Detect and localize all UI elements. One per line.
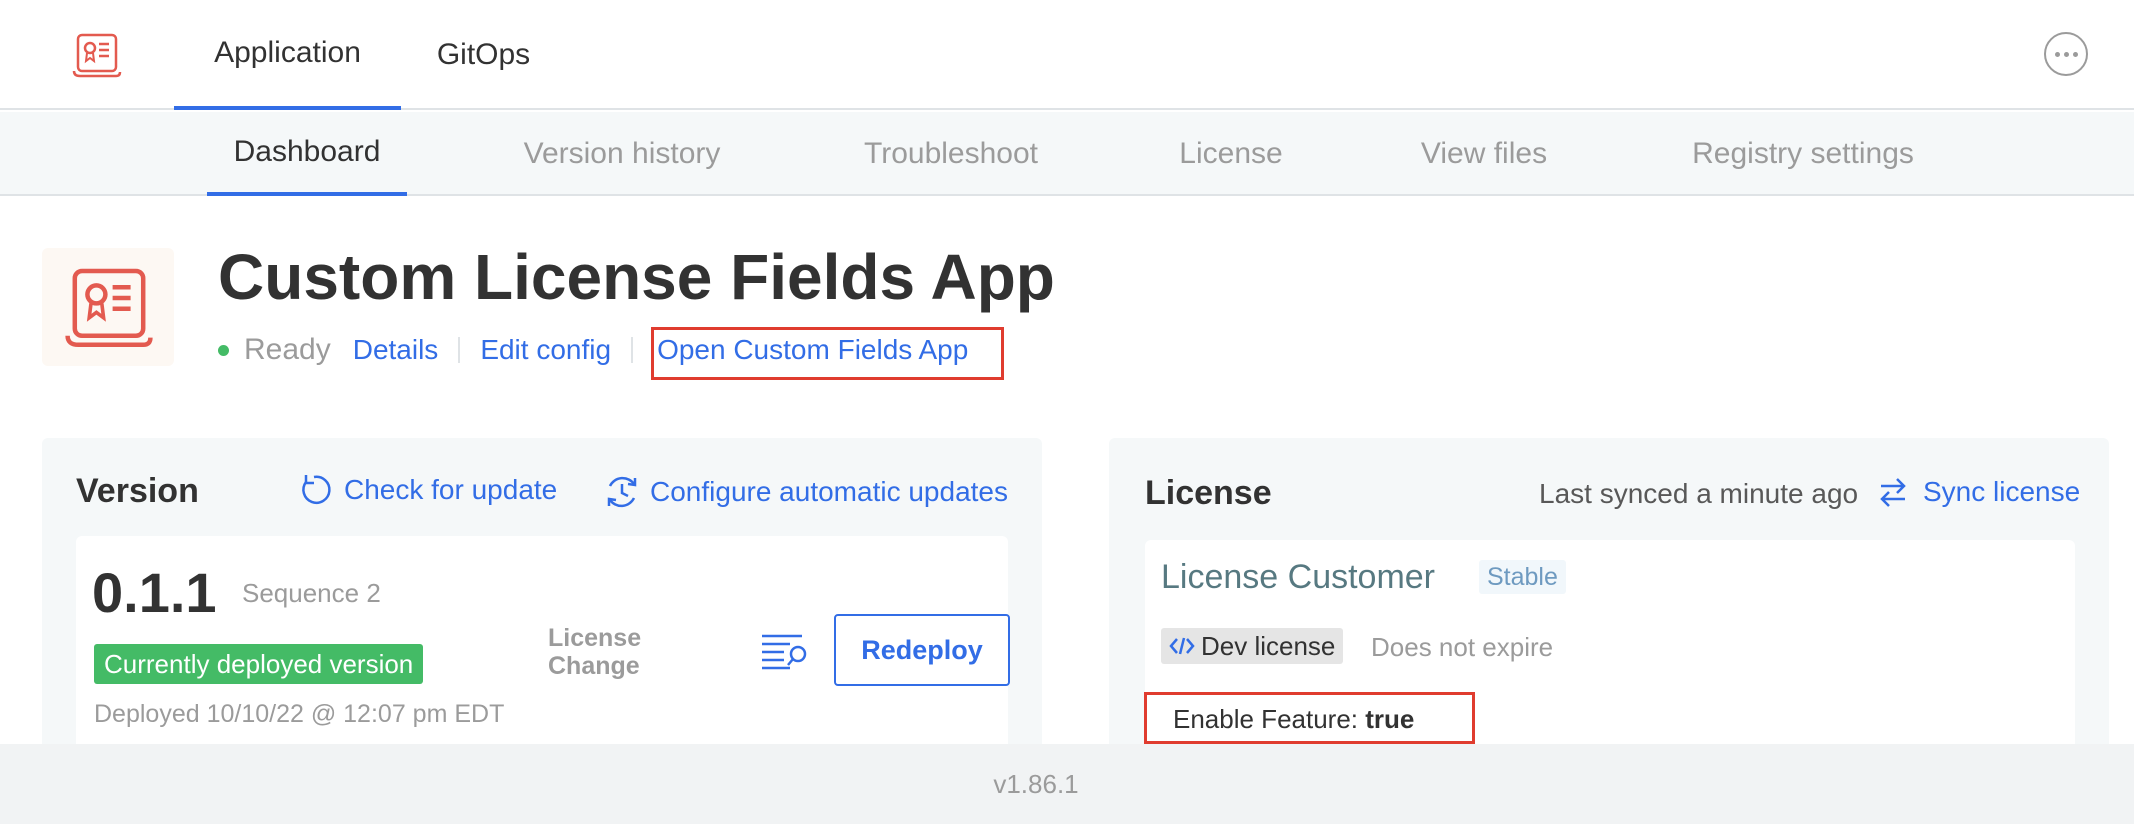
redeploy-button[interactable]: Redeploy: [834, 614, 1010, 686]
status-dot-icon: [218, 344, 229, 356]
refresh-icon: [302, 475, 331, 504]
release-notes-icon[interactable]: [760, 632, 810, 674]
version-card-title: Version: [76, 472, 199, 510]
page-title: Custom License Fields App: [218, 241, 1055, 313]
details-link[interactable]: Details: [353, 334, 439, 366]
top-navigation: Application GitOps: [0, 0, 2134, 110]
license-customer-name: License Customer: [1161, 558, 1436, 596]
deployed-date: Deployed 10/10/22 @ 12:07 pm EDT: [94, 700, 505, 728]
channel-badge: Stable: [1479, 560, 1566, 594]
subtab-view-files[interactable]: View files: [1406, 112, 1562, 196]
tab-gitops[interactable]: GitOps: [415, 0, 552, 110]
highlight-box-entitlement: [1144, 692, 1475, 744]
subtab-license[interactable]: License: [1164, 112, 1298, 196]
subtab-version-history[interactable]: Version history: [500, 112, 744, 196]
sub-navigation: Dashboard Version history Troubleshoot L…: [0, 112, 2134, 196]
sync-license-button[interactable]: Sync license: [1877, 474, 2080, 510]
version-number: 0.1.1: [92, 561, 217, 624]
tab-application[interactable]: Application: [174, 0, 401, 110]
app-icon: [42, 248, 174, 366]
edit-config-link[interactable]: Edit config: [480, 334, 611, 366]
auto-update-icon: [607, 476, 637, 508]
divider: [631, 337, 634, 363]
version-sequence: Sequence 2: [242, 578, 381, 608]
version-card: Version Check for update Configure autom…: [42, 438, 1042, 776]
code-icon: [1169, 637, 1195, 655]
last-synced-text: Last synced a minute ago: [1539, 478, 1859, 509]
license-type-badge: Dev license: [1161, 628, 1344, 664]
highlight-box-open-app: [651, 327, 1004, 380]
footer: v1.86.1: [0, 744, 2134, 824]
app-version: v1.86.1: [993, 768, 1079, 799]
subtab-troubleshoot[interactable]: Troubleshoot: [846, 112, 1056, 196]
check-update-label: Check for update: [344, 474, 558, 505]
app-logo-icon[interactable]: [72, 32, 122, 78]
subtab-registry-settings[interactable]: Registry settings: [1670, 112, 1936, 196]
subtab-dashboard[interactable]: Dashboard: [207, 112, 407, 196]
version-source: License Change: [548, 624, 642, 680]
sync-icon: [1880, 478, 1906, 507]
license-type-label: Dev license: [1201, 630, 1336, 661]
divider: [458, 337, 461, 363]
status-text: Ready: [244, 333, 331, 366]
license-card-title: License: [1145, 474, 1272, 512]
configure-updates-label: Configure automatic updates: [650, 476, 1008, 507]
more-options-icon[interactable]: [2044, 32, 2088, 76]
sync-license-label: Sync license: [1923, 476, 2081, 507]
deployed-status-badge: Currently deployed version: [94, 644, 424, 684]
current-version-panel: 0.1.1 Sequence 2 Currently deployed vers…: [76, 536, 1010, 776]
check-update-button[interactable]: Check for update: [298, 472, 557, 508]
license-expiry: Does not expire: [1371, 632, 1554, 662]
configure-updates-button[interactable]: Configure automatic updates: [602, 472, 1008, 512]
